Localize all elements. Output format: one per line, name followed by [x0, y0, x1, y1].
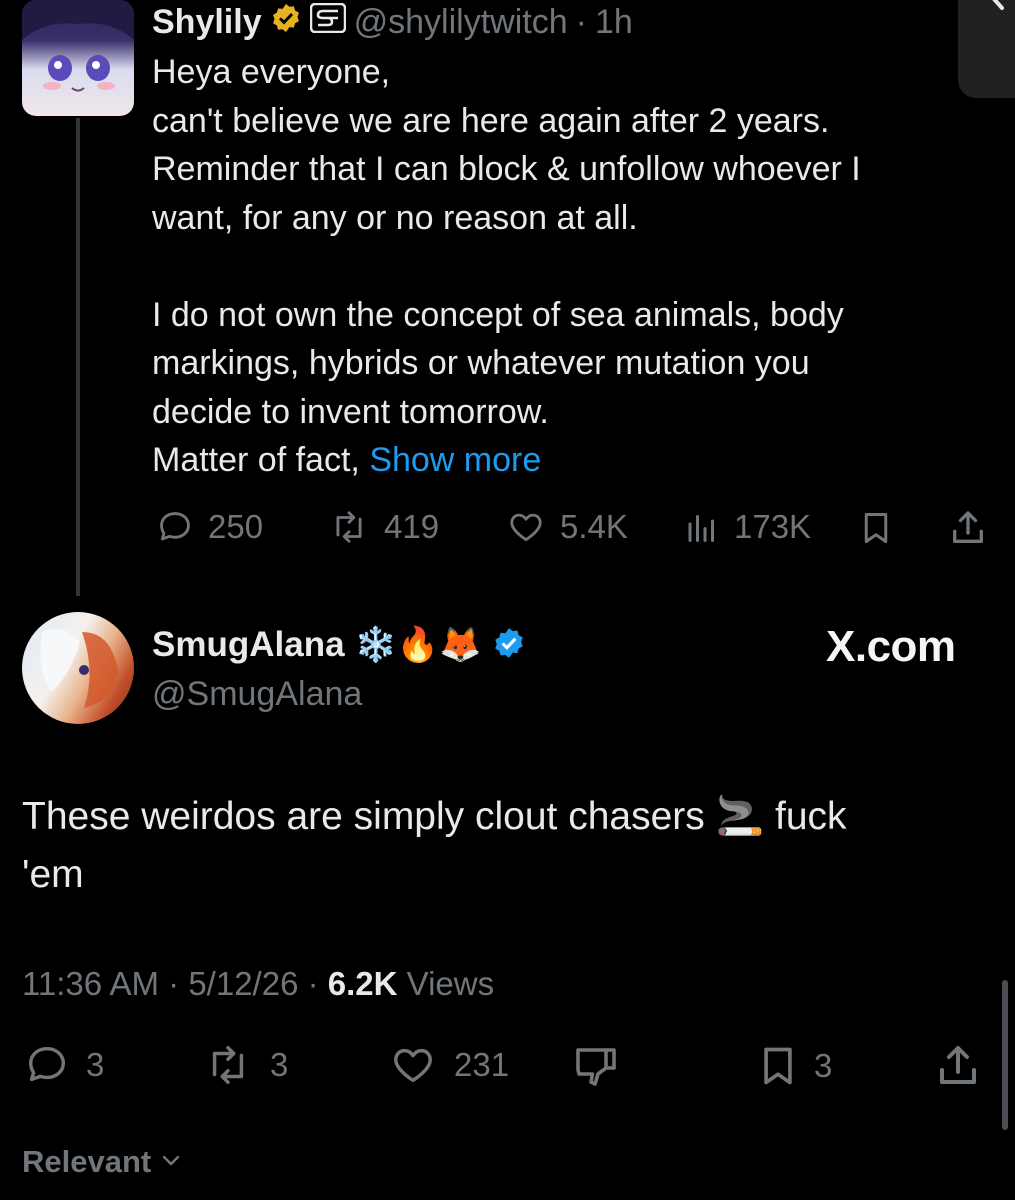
separator-dot: ·	[168, 965, 189, 1002]
views-action[interactable]: 173K	[684, 508, 811, 546]
text-line: 'em	[22, 853, 84, 896]
avatar[interactable]	[22, 612, 134, 724]
reply-count: 3	[86, 1046, 105, 1083]
heart-icon	[506, 508, 546, 546]
text-line-last: Matter of fact, Show more	[152, 436, 972, 485]
reply-author-row: SmugAlana ❄️🔥🦊	[152, 622, 526, 668]
separator-dot: ·	[307, 965, 328, 1002]
text-fragment: Matter of fact,	[152, 441, 360, 479]
share-icon[interactable]	[934, 1042, 982, 1095]
author-emojis: ❄️🔥🦊	[354, 626, 482, 664]
repost-count: 419	[384, 508, 440, 545]
like-action[interactable]: 231	[386, 1042, 509, 1088]
text-line: markings, hybrids or whatever mutation y…	[152, 344, 810, 382]
sort-label: Relevant	[22, 1144, 152, 1179]
repost-count: 3	[270, 1046, 289, 1083]
reply-post-text: These weirdos are simply clout chasers 🚬…	[22, 788, 982, 904]
post-time[interactable]: 1h	[595, 3, 633, 42]
reply-action[interactable]: 250	[156, 508, 263, 546]
show-more-link[interactable]: Show more	[369, 441, 541, 479]
dislike-icon[interactable]	[570, 1042, 622, 1095]
quoted-post-header: Shylily @shylilytwitch · 1h	[152, 0, 633, 44]
watermark: X.com	[826, 622, 956, 671]
author-handle[interactable]: @shylilytwitch	[354, 3, 568, 42]
verified-badge-icon	[492, 626, 526, 665]
bookmark-action[interactable]: 3	[756, 1042, 832, 1090]
text-line: Heya everyone,	[152, 53, 391, 91]
reply-icon	[22, 1042, 72, 1088]
separator-dot: ·	[575, 2, 587, 41]
bookmark-icon	[756, 1042, 800, 1090]
like-action[interactable]: 5.4K	[506, 508, 628, 546]
close-icon[interactable]	[976, 0, 1006, 40]
views-chart-icon	[684, 508, 720, 546]
like-count: 231	[454, 1046, 510, 1083]
bookmark-icon[interactable]	[858, 508, 894, 553]
text-line: I do not own the concept of sea animals,…	[152, 295, 844, 334]
heart-icon	[386, 1042, 440, 1088]
bookmark-count: 3	[814, 1047, 833, 1084]
post-date[interactable]: 5/12/26	[188, 965, 298, 1002]
text-line: Reminder that I can block & unfollow who…	[152, 150, 861, 188]
reply-count: 250	[208, 508, 264, 545]
sort-selector[interactable]: Relevant	[22, 1144, 183, 1180]
views-count: 173K	[734, 508, 812, 545]
text-line: can't believe we are here again after 2 …	[152, 101, 830, 140]
repost-action[interactable]: 419	[328, 508, 439, 546]
thread-line	[76, 118, 80, 596]
avatar[interactable]	[22, 0, 134, 116]
reply-action[interactable]: 3	[22, 1042, 104, 1088]
verified-gold-badge-icon	[270, 2, 302, 43]
reply-icon	[156, 508, 194, 546]
repost-icon	[328, 508, 370, 546]
text-line: These weirdos are simply clout chasers 🚬…	[22, 795, 847, 838]
views-count: 6.2K	[327, 965, 398, 1002]
chevron-down-icon	[159, 1144, 183, 1180]
share-icon[interactable]	[948, 508, 988, 553]
author-name[interactable]: SmugAlana	[152, 625, 345, 665]
affiliate-badge-icon	[309, 2, 346, 42]
repost-icon	[200, 1042, 256, 1088]
author-name[interactable]: Shylily	[152, 3, 262, 42]
text-line: decide to invent tomorrow.	[152, 392, 549, 431]
like-count: 5.4K	[560, 508, 628, 545]
views-label: Views	[406, 965, 495, 1002]
post-meta: 11:36 AM · 5/12/26 · 6.2K Views	[22, 962, 494, 1006]
author-handle[interactable]: @SmugAlana	[152, 672, 362, 716]
text-line-blank	[152, 242, 972, 291]
quoted-post-text: Heya everyone, can't believe we are here…	[152, 48, 972, 485]
scrollbar[interactable]	[1002, 980, 1008, 1130]
repost-action[interactable]: 3	[200, 1042, 288, 1088]
text-line: want, for any or no reason at all.	[152, 198, 638, 237]
post-time[interactable]: 11:36 AM	[22, 965, 159, 1002]
